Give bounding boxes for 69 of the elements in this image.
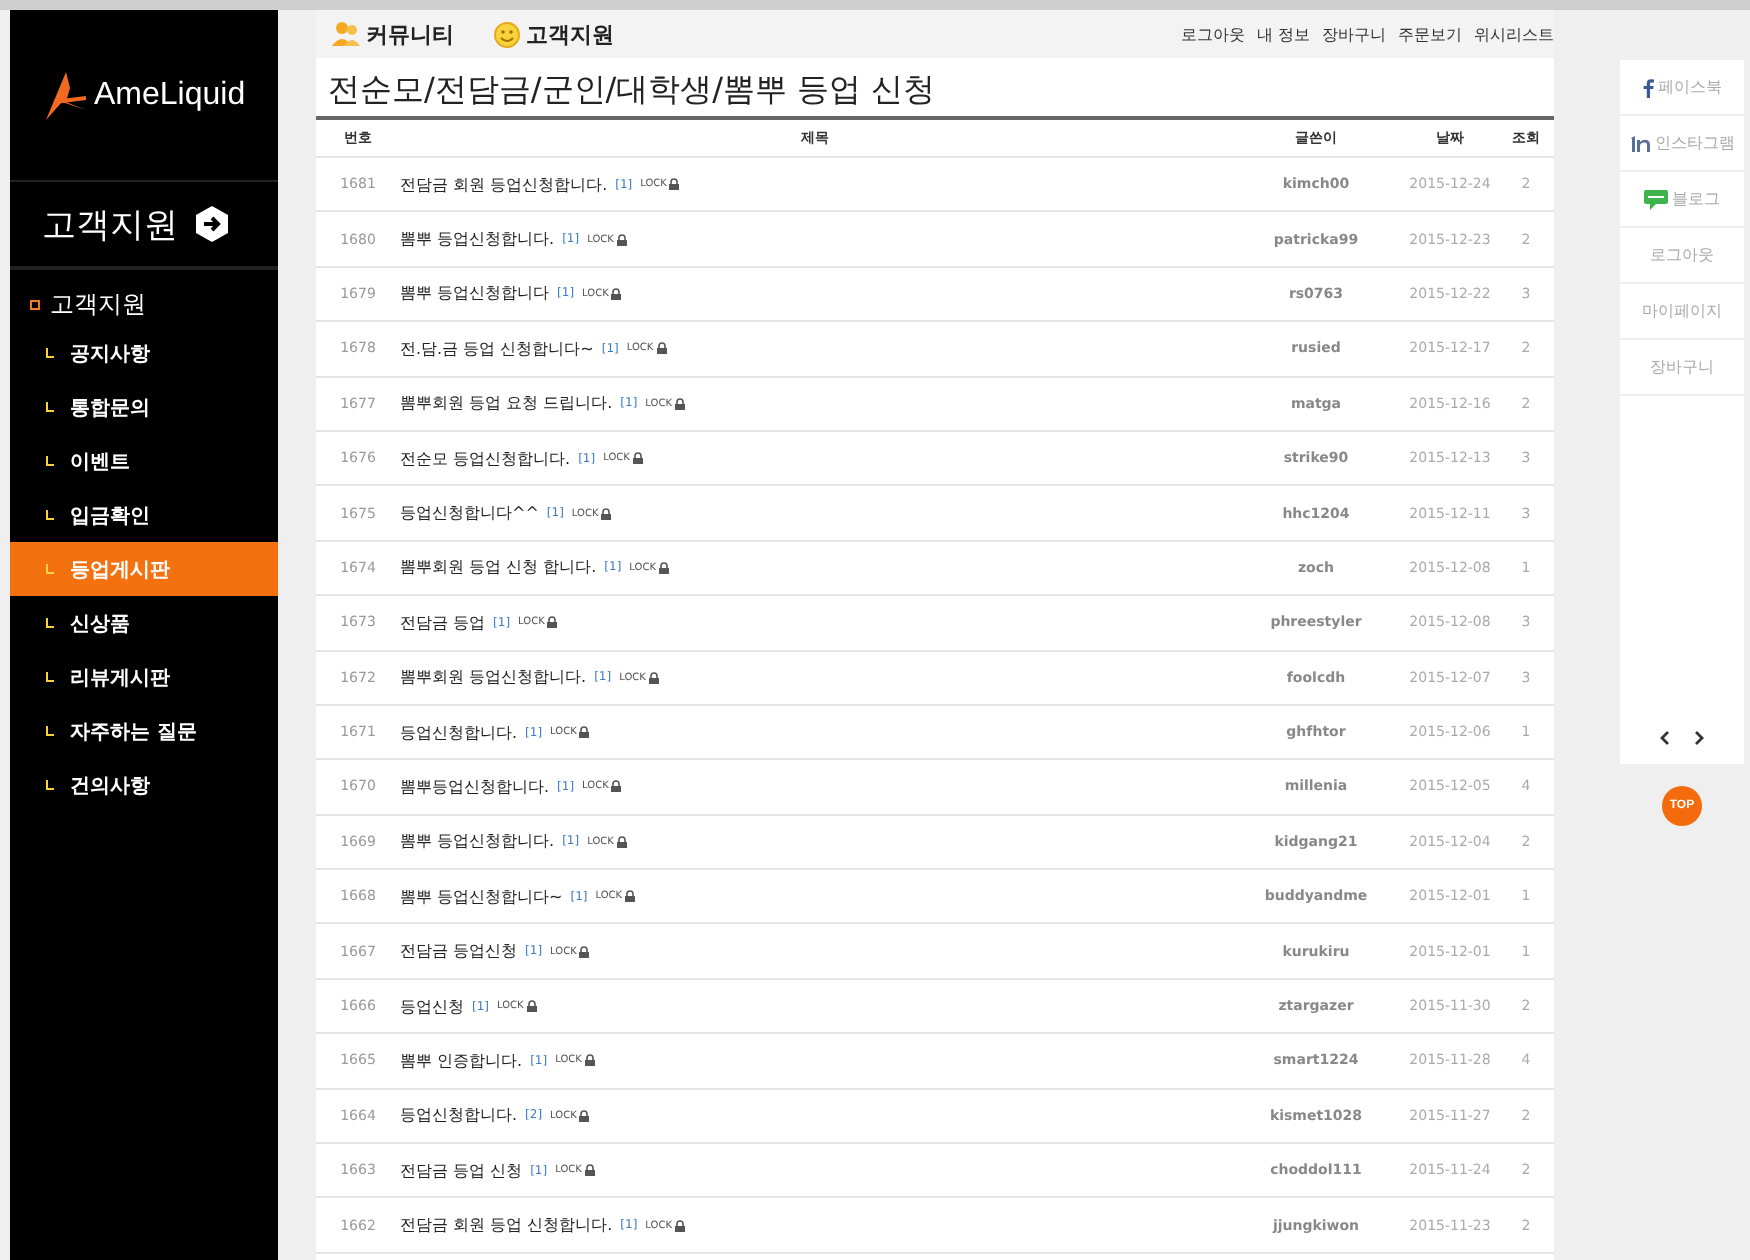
facebook-icon	[1642, 77, 1654, 97]
post-title-link[interactable]: 뽐뿌 등업신청합니다	[400, 282, 550, 305]
lock-icon	[610, 780, 623, 793]
post-title-link[interactable]: 등업신청합니다.	[400, 721, 518, 744]
logo-text: AmeLiquid	[94, 77, 246, 113]
header-link[interactable]: 장바구니	[1322, 23, 1386, 45]
lock-icon	[578, 726, 591, 739]
lock-icon	[655, 342, 668, 355]
sidebar-item[interactable]: 리뷰게시판	[10, 650, 278, 704]
lock-icon	[674, 1219, 686, 1232]
post-title-link[interactable]: 뽐뿌등업신청합니다.	[400, 775, 550, 798]
header-link[interactable]: 내 정보	[1256, 23, 1310, 45]
lock-icon	[658, 561, 670, 574]
lock-icon	[615, 835, 628, 848]
sidebar-item[interactable]: 신상품	[10, 596, 278, 650]
post-title-link[interactable]: 뽐뿌 등업신청합니다.	[400, 830, 555, 853]
in-icon	[1629, 134, 1651, 152]
post-title-link[interactable]: 전담금 등업	[400, 611, 486, 634]
lock-icon	[546, 616, 559, 629]
lock-icon	[631, 452, 644, 465]
post-title-link[interactable]: 뽐뿌 등업신청합니다~	[400, 885, 563, 908]
post-title-link[interactable]: 뽐뿌회원 등업 신청 합니다.	[400, 556, 597, 579]
lock-icon	[578, 945, 591, 958]
sidebar-item[interactable]: 건의사항	[10, 758, 278, 812]
lock-icon	[600, 507, 613, 520]
post-title-link[interactable]: 뽐뿌 인증합니다.	[400, 1049, 523, 1072]
post-title-link[interactable]: 전담금 등업신청	[400, 940, 518, 963]
previous-icon	[1660, 730, 1670, 746]
post-title-link[interactable]: 전담금 회원 등업 신청합니다.	[400, 1214, 613, 1237]
next-icon	[1694, 730, 1704, 746]
lock-icon	[668, 178, 681, 191]
lock-icon	[615, 233, 628, 246]
post-title-link[interactable]: 등업신청합니다.	[400, 1104, 518, 1127]
post-title-link[interactable]: 등업신청	[400, 995, 464, 1018]
nav-tab[interactable]: 고객지원	[494, 19, 614, 49]
post-title-link[interactable]: 전담금 등업 신청	[400, 1159, 523, 1182]
lock-icon	[610, 287, 623, 300]
sidebar-item[interactable]: 통합문의	[10, 380, 278, 434]
sidebar-item[interactable]: 입금확인	[10, 488, 278, 542]
post-title-link[interactable]: 뽐뿌회원 등업 요청 드립니다.	[400, 392, 613, 415]
lock-icon	[583, 1164, 596, 1177]
nav-tab[interactable]: 커뮤니티	[332, 19, 454, 49]
lock-icon	[525, 1000, 538, 1013]
bullet-icon	[30, 299, 40, 309]
post-title-link[interactable]: 전담금 회원 등업신청합니다.	[400, 173, 608, 196]
page-title: 전순모/전담금/군인/대학생/뽐뿌 등업 신청	[316, 58, 1554, 120]
header-link[interactable]: 위시리스트	[1474, 23, 1554, 45]
post-title-link[interactable]: 전.담.금 등업 신청합니다~	[400, 337, 594, 360]
blog-icon	[1644, 189, 1668, 209]
post-title-link[interactable]: 뽐뿌 등업신청합니다.	[400, 228, 555, 251]
lock-icon	[647, 671, 660, 684]
lock-icon	[674, 397, 686, 410]
section-label: 고객지원	[50, 287, 146, 321]
sidebar-item[interactable]: 공지사항	[10, 326, 278, 380]
post-title-link[interactable]: 등업신청합니다^^	[400, 502, 539, 525]
sidebar-item[interactable]: 이벤트	[10, 434, 278, 488]
arrow-icon	[194, 206, 230, 242]
people-icon	[332, 22, 360, 46]
header-link[interactable]: 주문보기	[1398, 23, 1462, 45]
header-link[interactable]: 로그아웃	[1180, 23, 1245, 45]
sidebar-item[interactable]: 자주하는 질문	[10, 704, 278, 758]
sidebar-heading: 고객지원	[42, 203, 178, 247]
lock-icon	[583, 1054, 596, 1067]
lock-icon	[624, 890, 637, 903]
logo-icon	[42, 69, 90, 121]
smiley-icon	[494, 21, 520, 47]
post-title-link[interactable]: 뽐뿌회원 등업신청합니다.	[400, 666, 587, 689]
lock-icon	[578, 1109, 591, 1122]
post-title-link[interactable]: 전순모 등업신청합니다.	[400, 447, 571, 470]
